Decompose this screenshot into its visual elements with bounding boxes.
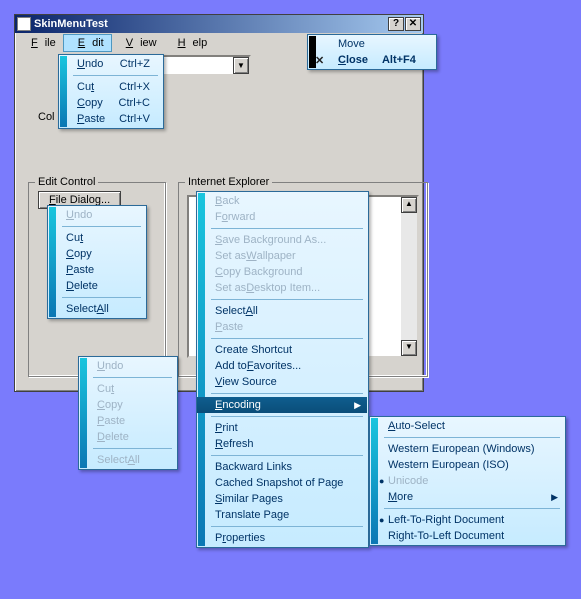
- ie-copy-bg[interactable]: Copy Background: [197, 264, 367, 280]
- menu-edit[interactable]: Edit: [63, 34, 112, 52]
- menu-file[interactable]: File: [17, 35, 63, 51]
- editmenu-paste[interactable]: PasteCtrl+V: [59, 111, 162, 127]
- sysmenu-close[interactable]: ✕ Close Alt+F4: [308, 52, 432, 68]
- ie-select-all[interactable]: Select All: [197, 303, 367, 319]
- enc-ltr[interactable]: ●Left-To-Right Document: [370, 512, 564, 528]
- scroll-down-icon[interactable]: ▼: [401, 340, 417, 356]
- ctx2-undo[interactable]: Undo: [79, 358, 176, 374]
- enc-we-windows[interactable]: Western European (Windows): [370, 441, 564, 457]
- ie-add-favorites[interactable]: Add to Favorites...: [197, 358, 367, 374]
- editmenu-undo[interactable]: UndoCtrl+Z: [59, 56, 162, 72]
- edit-control-title: Edit Control: [35, 176, 98, 188]
- radio-bullet-icon: ●: [379, 477, 384, 486]
- title-text: SkinMenuTest: [34, 18, 108, 30]
- titlebar[interactable]: SkinMenuTest ? ✕: [15, 15, 423, 33]
- ie-forward[interactable]: Forward: [197, 209, 367, 225]
- ie-backward-links[interactable]: Backward Links: [197, 459, 367, 475]
- ie-properties[interactable]: Properties: [197, 530, 367, 546]
- ctx1-cut[interactable]: Cut: [48, 230, 145, 246]
- edit-menu: UndoCtrl+Z CutCtrl+X CopyCtrl+C PasteCtr…: [58, 54, 164, 129]
- ctx1-delete[interactable]: Delete: [48, 278, 145, 294]
- ie-set-desktop[interactable]: Set as Desktop Item...: [197, 280, 367, 296]
- ie-create-shortcut[interactable]: Create Shortcut: [197, 342, 367, 358]
- enc-more[interactable]: More▶: [370, 489, 564, 505]
- ie-similar-pages[interactable]: Similar Pages: [197, 491, 367, 507]
- ie-cached-snapshot[interactable]: Cached Snapshot of Page: [197, 475, 367, 491]
- system-menu: Move ✕ Close Alt+F4: [307, 34, 437, 70]
- ctx1-copy[interactable]: Copy: [48, 246, 145, 262]
- ctx2-select-all[interactable]: Select All: [79, 452, 176, 468]
- enc-unicode[interactable]: ●Unicode: [370, 473, 564, 489]
- ctx1-select-all[interactable]: Select All: [48, 301, 145, 317]
- close-button[interactable]: ✕: [405, 17, 421, 31]
- help-button[interactable]: ?: [388, 17, 404, 31]
- ie-translate[interactable]: Translate Page: [197, 507, 367, 523]
- editmenu-cut[interactable]: CutCtrl+X: [59, 79, 162, 95]
- enc-rtl[interactable]: Right-To-Left Document: [370, 528, 564, 544]
- ie-print[interactable]: Print: [197, 420, 367, 436]
- ie-scrollbar[interactable]: ▲ ▼: [401, 197, 417, 356]
- edit-context-menu-1: Undo Cut Copy Paste Delete Select All: [47, 205, 147, 319]
- sysmenu-move[interactable]: Move: [308, 36, 432, 52]
- radio-bullet-icon: ●: [379, 516, 384, 525]
- ctx2-delete[interactable]: Delete: [79, 429, 176, 445]
- combo-arrow-icon[interactable]: ▼: [233, 57, 249, 74]
- enc-we-iso[interactable]: Western European (ISO): [370, 457, 564, 473]
- enc-auto-select[interactable]: Auto-Select: [370, 418, 564, 434]
- ie-refresh[interactable]: Refresh: [197, 436, 367, 452]
- color-label: Col: [38, 111, 55, 123]
- encoding-submenu: Auto-Select Western European (Windows) W…: [369, 416, 566, 546]
- scroll-up-icon[interactable]: ▲: [401, 197, 417, 213]
- edit-context-menu-2: Undo Cut Copy Paste Delete Select All: [78, 356, 178, 470]
- ie-title: Internet Explorer: [185, 176, 272, 188]
- close-icon: ✕: [315, 54, 324, 67]
- ie-set-wallpaper[interactable]: Set as Wallpaper: [197, 248, 367, 264]
- ctx2-cut[interactable]: Cut: [79, 381, 176, 397]
- ctx2-copy[interactable]: Copy: [79, 397, 176, 413]
- ie-back[interactable]: Back: [197, 193, 367, 209]
- ie-context-menu: Back Forward Save Background As... Set a…: [196, 191, 369, 548]
- ie-encoding[interactable]: Encoding▶: [197, 397, 367, 413]
- app-icon: [17, 17, 31, 31]
- ctx2-paste[interactable]: Paste: [79, 413, 176, 429]
- ctx1-paste[interactable]: Paste: [48, 262, 145, 278]
- editmenu-copy[interactable]: CopyCtrl+C: [59, 95, 162, 111]
- menu-help[interactable]: Help: [164, 35, 215, 51]
- submenu-arrow-icon: ▶: [354, 400, 361, 411]
- submenu-arrow-icon: ▶: [551, 492, 558, 503]
- ie-view-source[interactable]: View Source: [197, 374, 367, 390]
- ie-save-bg[interactable]: Save Background As...: [197, 232, 367, 248]
- menu-view[interactable]: View: [112, 35, 164, 51]
- ie-paste[interactable]: Paste: [197, 319, 367, 335]
- ctx1-undo[interactable]: Undo: [48, 207, 145, 223]
